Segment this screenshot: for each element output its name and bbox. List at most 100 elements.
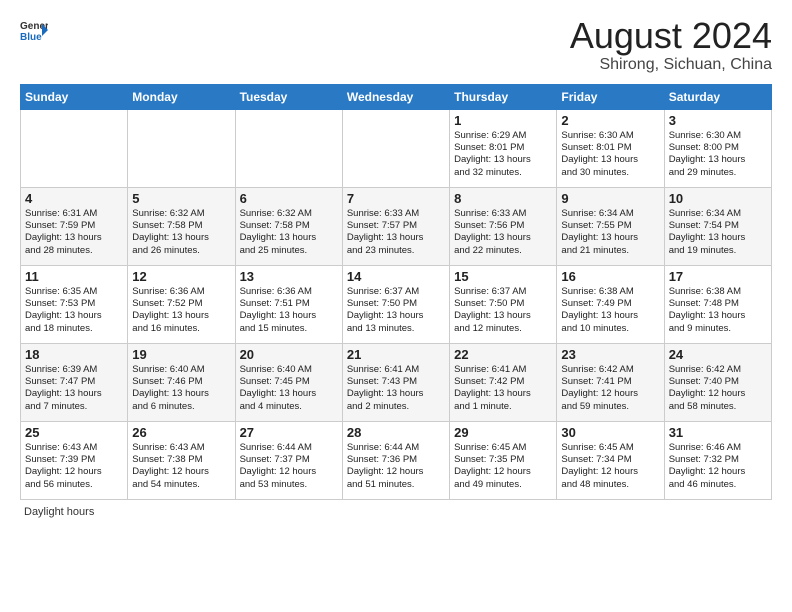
day-info: Daylight: 13 hours [25,232,123,244]
day-info: Sunset: 7:49 PM [561,298,659,310]
day-info: Sunset: 7:32 PM [669,454,767,466]
day-info: and 54 minutes. [132,479,230,491]
day-number: 21 [347,347,445,362]
day-cell: 19Sunrise: 6:40 AMSunset: 7:46 PMDayligh… [128,343,235,421]
day-cell: 5Sunrise: 6:32 AMSunset: 7:58 PMDaylight… [128,187,235,265]
day-info: Sunrise: 6:41 AM [454,364,552,376]
day-info: Sunrise: 6:38 AM [561,286,659,298]
weekday-header-friday: Friday [557,84,664,109]
day-number: 28 [347,425,445,440]
day-info: and 4 minutes. [240,401,338,413]
day-info: Sunrise: 6:46 AM [669,442,767,454]
day-info: Sunset: 7:40 PM [669,376,767,388]
logo: General Blue [20,16,48,44]
day-info: Sunrise: 6:42 AM [561,364,659,376]
day-info: and 58 minutes. [669,401,767,413]
day-info: and 16 minutes. [132,323,230,335]
day-number: 26 [132,425,230,440]
day-number: 4 [25,191,123,206]
day-info: and 30 minutes. [561,167,659,179]
weekday-header-monday: Monday [128,84,235,109]
day-info: Sunset: 7:42 PM [454,376,552,388]
day-cell: 28Sunrise: 6:44 AMSunset: 7:36 PMDayligh… [342,421,449,499]
day-cell: 13Sunrise: 6:36 AMSunset: 7:51 PMDayligh… [235,265,342,343]
day-info: Sunset: 8:01 PM [454,142,552,154]
week-row-3: 18Sunrise: 6:39 AMSunset: 7:47 PMDayligh… [21,343,772,421]
day-info: and 18 minutes. [25,323,123,335]
weekday-header-wednesday: Wednesday [342,84,449,109]
day-cell: 16 Sunrise: 6:38 AMSunset: 7:49 PMDayligh… [557,265,664,343]
day-number: 15 [454,269,552,284]
weekday-header-sunday: Sunday [21,84,128,109]
day-number: 29 [454,425,552,440]
day-info: Daylight: 12 hours [669,388,767,400]
day-number: 24 [669,347,767,362]
day-info: Sunrise: 6:40 AM [240,364,338,376]
day-cell: 18Sunrise: 6:39 AMSunset: 7:47 PMDayligh… [21,343,128,421]
day-cell: 15Sunrise: 6:37 AMSunset: 7:50 PMDayligh… [450,265,557,343]
svg-text:Blue: Blue [20,32,42,43]
day-info: Sunset: 7:52 PM [132,298,230,310]
day-info: Daylight: 13 hours [454,154,552,166]
day-info: Sunrise: 6:33 AM [347,208,445,220]
day-info: and 25 minutes. [240,245,338,257]
day-info: and 2 minutes. [347,401,445,413]
day-info: and 32 minutes. [454,167,552,179]
day-cell: 9Sunrise: 6:34 AMSunset: 7:55 PMDaylight… [557,187,664,265]
day-info: Sunset: 8:01 PM [561,142,659,154]
day-cell [235,109,342,187]
weekday-header-tuesday: Tuesday [235,84,342,109]
day-info: Daylight: 13 hours [561,154,659,166]
page: General Blue August 2024 Shirong, Sichua… [0,0,792,528]
footer-note: Daylight hours [20,506,772,518]
day-info: and 13 minutes. [347,323,445,335]
day-number: 30 [561,425,659,440]
day-info: Sunrise: 6:36 AM [132,286,230,298]
day-info: Daylight: 13 hours [347,388,445,400]
day-number: 1 [454,113,552,128]
day-info: Sunset: 7:56 PM [454,220,552,232]
day-cell: 27Sunrise: 6:44 AMSunset: 7:37 PMDayligh… [235,421,342,499]
day-number: 25 [25,425,123,440]
day-info: Daylight: 13 hours [132,388,230,400]
day-info: Daylight: 13 hours [561,310,659,322]
day-info: Sunrise: 6:37 AM [347,286,445,298]
day-info: Sunset: 7:34 PM [561,454,659,466]
day-cell: 29Sunrise: 6:45 AMSunset: 7:35 PMDayligh… [450,421,557,499]
day-cell: 3Sunrise: 6:30 AMSunset: 8:00 PMDaylight… [664,109,771,187]
day-number: 2 [561,113,659,128]
day-info: Sunset: 7:53 PM [25,298,123,310]
day-cell [342,109,449,187]
day-info: and 7 minutes. [25,401,123,413]
week-row-0: 1Sunrise: 6:29 AMSunset: 8:01 PMDaylight… [21,109,772,187]
day-cell: 2Sunrise: 6:30 AMSunset: 8:01 PMDaylight… [557,109,664,187]
day-number: 11 [25,269,123,284]
day-info: Sunset: 7:59 PM [25,220,123,232]
day-info: and 56 minutes. [25,479,123,491]
day-info: Daylight: 12 hours [561,388,659,400]
day-info: and 10 minutes. [561,323,659,335]
day-info: Sunrise: 6:29 AM [454,130,552,142]
day-info: Daylight: 12 hours [132,466,230,478]
weekday-header-thursday: Thursday [450,84,557,109]
day-number: 31 [669,425,767,440]
day-number: 8 [454,191,552,206]
day-info: Sunset: 7:36 PM [347,454,445,466]
day-info: Daylight: 12 hours [561,466,659,478]
calendar-table: SundayMondayTuesdayWednesdayThursdayFrid… [20,84,772,500]
day-info: Daylight: 12 hours [454,466,552,478]
day-info: Daylight: 13 hours [454,388,552,400]
day-info: Sunset: 7:37 PM [240,454,338,466]
day-cell: 4 Sunrise: 6:31 AMSunset: 7:59 PMDaylight… [21,187,128,265]
day-info: and 26 minutes. [132,245,230,257]
day-info: Sunrise: 6:41 AM [347,364,445,376]
day-number: 13 [240,269,338,284]
day-info: Sunset: 7:45 PM [240,376,338,388]
day-info: Sunrise: 6:31 AM [25,208,123,220]
day-info: Sunrise: 6:32 AM [240,208,338,220]
day-info: Daylight: 13 hours [669,154,767,166]
day-info: Sunset: 7:58 PM [132,220,230,232]
day-number: 16 [561,269,659,284]
day-info: Daylight: 13 hours [132,232,230,244]
day-info: Daylight: 13 hours [669,232,767,244]
